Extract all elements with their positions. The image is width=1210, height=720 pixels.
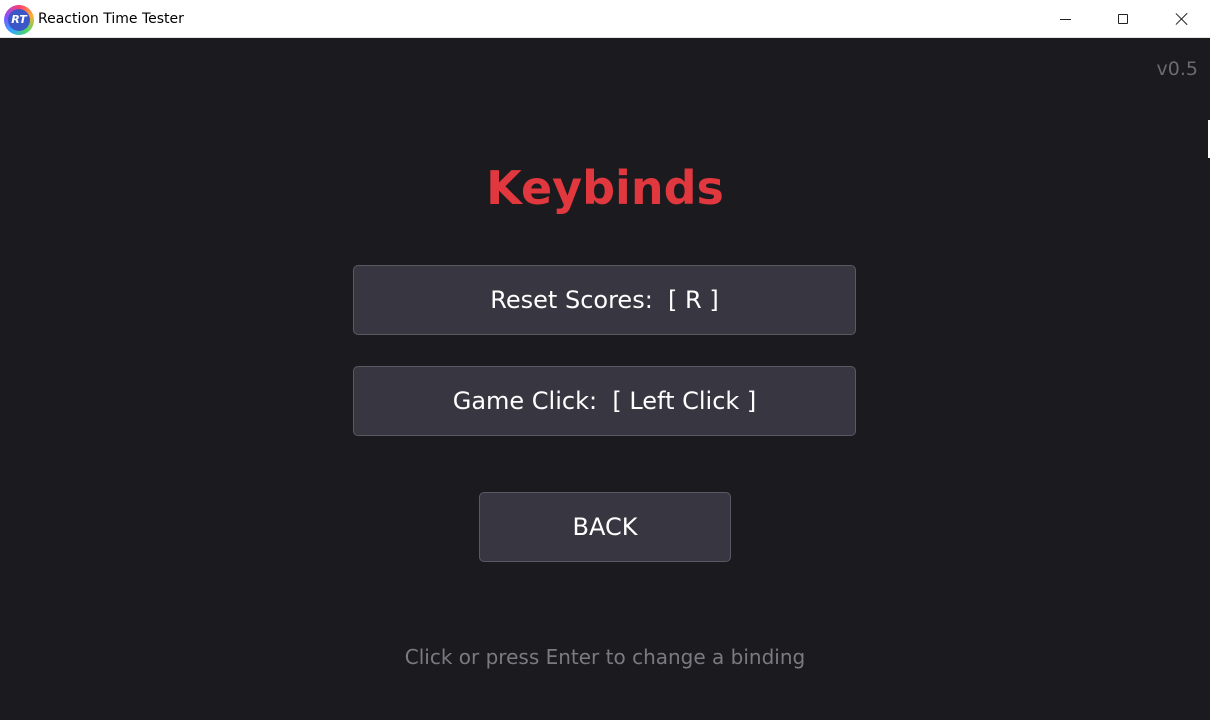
maximize-button[interactable] xyxy=(1094,0,1152,38)
reset-scores-binding-button[interactable]: Reset Scores: [ R ] xyxy=(353,265,856,335)
close-button[interactable] xyxy=(1152,0,1210,38)
minimize-icon xyxy=(1059,18,1071,20)
close-icon xyxy=(1174,12,1188,26)
hint-text: Click or press Enter to change a binding xyxy=(404,645,806,669)
app-logo-icon: RT xyxy=(4,5,34,35)
maximize-icon xyxy=(1118,14,1128,24)
game-click-binding-button[interactable]: Game Click: [ Left Click ] xyxy=(353,366,856,436)
main-content: v0.5 Keybinds Reset Scores: [ R ] Game C… xyxy=(0,38,1210,720)
minimize-button[interactable] xyxy=(1036,0,1094,38)
version-label: v0.5 xyxy=(1156,58,1198,80)
page-title: Keybinds xyxy=(486,161,724,215)
app-window: RT Reaction Time Tester v0.5 Keybinds Re… xyxy=(0,0,1210,720)
app-logo-text: RT xyxy=(8,9,30,31)
window-title: Reaction Time Tester xyxy=(38,11,184,27)
back-button[interactable]: BACK xyxy=(479,492,731,562)
title-bar[interactable]: RT Reaction Time Tester xyxy=(0,0,1210,38)
